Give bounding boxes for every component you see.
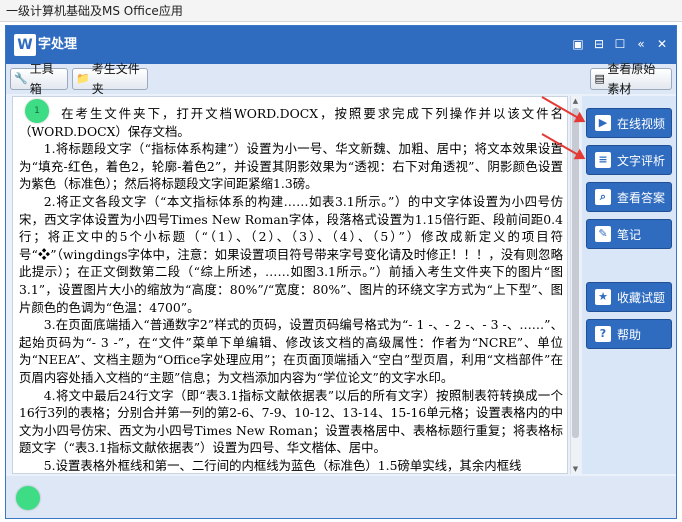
sidebar-item-help[interactable]: ? 帮助 xyxy=(586,319,672,349)
paragraph-step-4: 4.将文中最后24行文字（即“表3.1指标文献依据表”以后的所有文字）按照制表符… xyxy=(19,387,563,456)
question-text: 在考生文件夹下，打开文档WORD.DOCX，按照要求完成下列操作并以该文件名（W… xyxy=(19,105,563,473)
sidebar-item-label: 帮助 xyxy=(617,327,642,342)
video-icon: ▶ xyxy=(595,115,611,131)
question-number-badge: 1 xyxy=(25,99,49,123)
notes-icon: ✎ xyxy=(595,226,611,242)
sidebar-item-label: 文字评析 xyxy=(617,153,666,168)
wrench-icon: 🔧 xyxy=(14,72,28,85)
paragraph-step-2: 2.将正文各段文字（“本文指标体系的构建……如表3.1所示。”）的中文字体设置为… xyxy=(19,193,563,315)
window-titlebar: 一级计算机基础及MS Office应用 xyxy=(0,0,682,22)
paragraph-step-3: 3.在页面底端插入“普通数字2”样式的页码，设置页码编号格式为“- 1 -、- … xyxy=(19,317,563,385)
scroll-down-icon[interactable]: ▼ xyxy=(571,464,580,474)
restore-icon[interactable]: ▣ xyxy=(570,36,586,52)
paragraph-step-5: 5.设置表格外框线和第一、二行间的内框线为蓝色（标准色）1.5磅单实线，其余内框… xyxy=(43,457,522,473)
material-icon: ▤ xyxy=(594,72,605,85)
help-icon: ? xyxy=(595,326,611,342)
toolbox-label: 工具箱 xyxy=(29,62,54,96)
sidebar-item-label: 笔记 xyxy=(617,227,642,242)
sidebar-item-label: 收藏试题 xyxy=(617,290,666,305)
sidebar-item-label: 在线视频 xyxy=(617,116,666,131)
prev-icon[interactable]: « xyxy=(633,36,649,52)
view-original-button[interactable]: ▤ 查看原始素材 xyxy=(590,62,672,96)
sidebar-item-label: 查看答案 xyxy=(617,190,666,205)
sidebar-item-online-video[interactable]: ▶ 在线视频 xyxy=(586,108,672,138)
star-icon: ★ xyxy=(595,289,611,305)
app-window: W 字处理 ▣ ⊟ ☐ « ✕ 🔧 工具箱 📁 考生文件夹 ▤ 查看原始素材 在… xyxy=(5,25,677,519)
sidebar-item-text-analysis[interactable]: ≡ 文字评析 xyxy=(586,145,672,175)
search-icon: ⌕ xyxy=(595,189,611,205)
close-icon[interactable]: ✕ xyxy=(654,36,670,52)
bottom-bar xyxy=(6,476,676,518)
sidebar-item-view-answer[interactable]: ⌕ 查看答案 xyxy=(586,182,672,212)
document-icon: ≡ xyxy=(595,152,611,168)
window-title: 一级计算机基础及MS Office应用 xyxy=(6,4,183,18)
minimize-icon[interactable]: ⊟ xyxy=(591,36,607,52)
student-folder-button[interactable]: 📁 考生文件夹 xyxy=(72,62,148,96)
student-folder-label: 考生文件夹 xyxy=(91,62,140,96)
sidebar-item-notes[interactable]: ✎ 笔记 xyxy=(586,219,672,249)
paragraph-step-1: 1.将标题段文字（“指标体系构建”）设置为小一号、华文新魏、加粗、居中；将文本效… xyxy=(19,141,563,192)
paragraph-intro: 在考生文件夹下，打开文档WORD.DOCX，按照要求完成下列操作并以该文件名（W… xyxy=(19,106,563,139)
question-content: 在考生文件夹下，打开文档WORD.DOCX，按照要求完成下列操作并以该文件名（W… xyxy=(12,96,568,474)
sidebar-item-favorite[interactable]: ★ 收藏试题 xyxy=(586,282,672,312)
folder-icon: 📁 xyxy=(76,72,90,85)
maximize-icon[interactable]: ☐ xyxy=(612,36,628,52)
word-logo-icon: W xyxy=(14,34,36,56)
scroll-up-icon[interactable]: ▲ xyxy=(571,96,580,106)
window-controls: ▣ ⊟ ☐ « ✕ xyxy=(570,36,670,52)
toolbar: 🔧 工具箱 📁 考生文件夹 ▤ 查看原始素材 xyxy=(6,62,676,96)
sidebar: ▶ 在线视频 ≡ 文字评析 ⌕ 查看答案 ✎ 笔记 ★ 收藏试题 ? 帮助 xyxy=(582,96,676,474)
toolbox-button[interactable]: 🔧 工具箱 xyxy=(10,62,68,96)
view-original-label: 查看原始素材 xyxy=(607,62,656,96)
bottom-badge xyxy=(16,486,40,510)
